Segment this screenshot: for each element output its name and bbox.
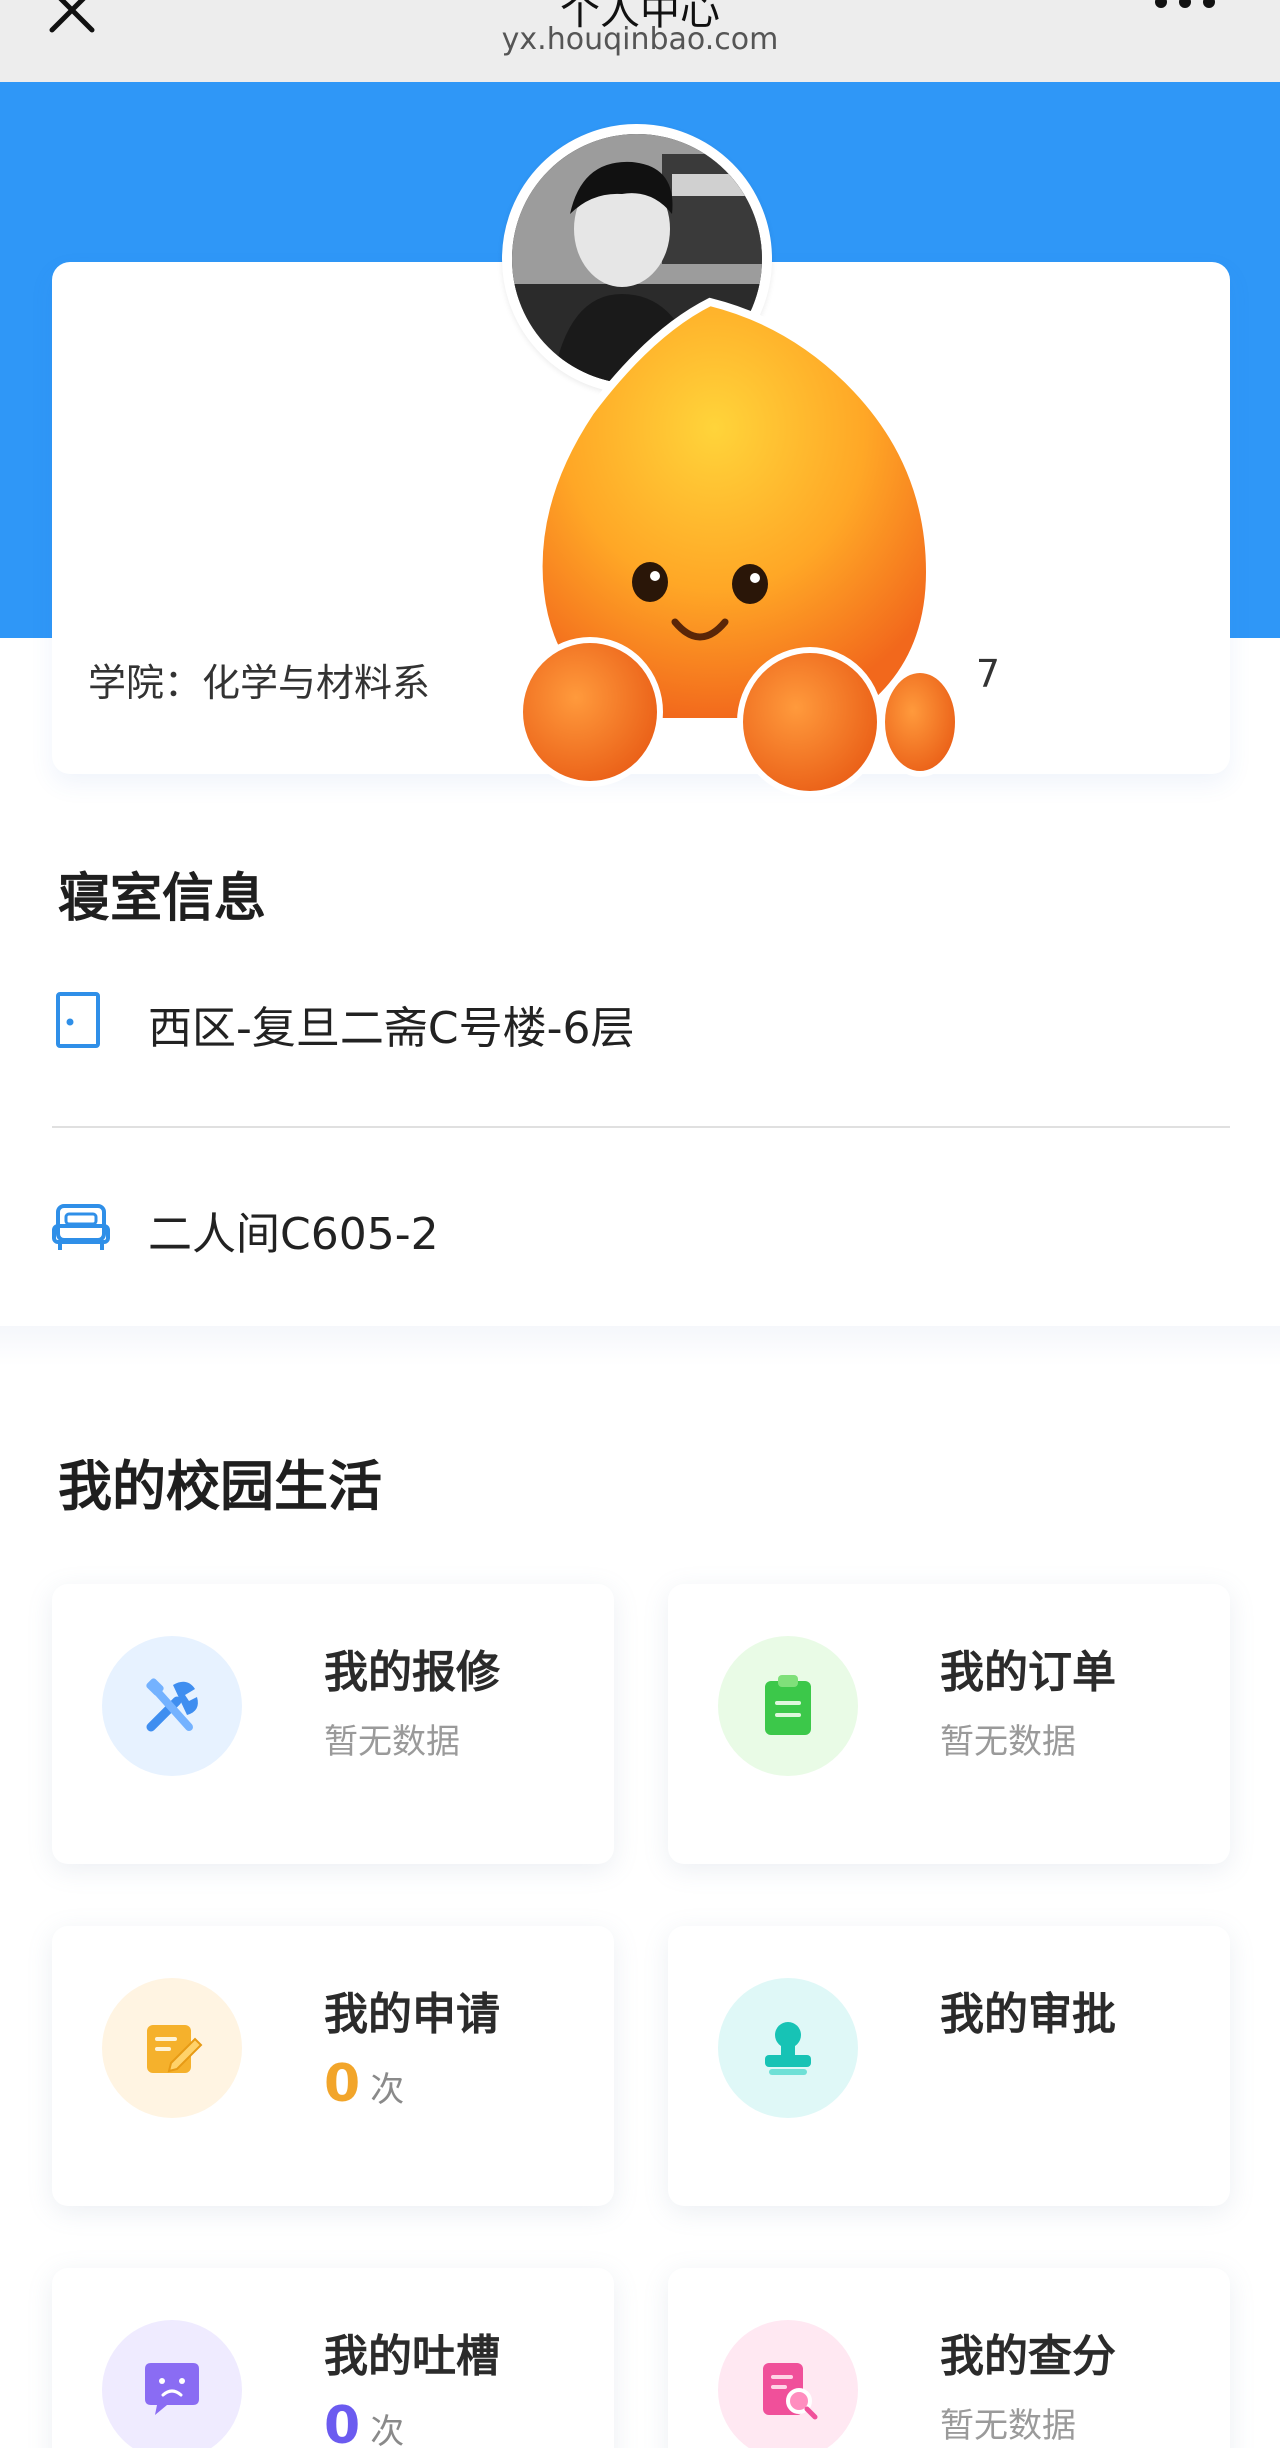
application-icon-circle [102, 1978, 242, 2118]
tile-title: 我的申请 [324, 1989, 500, 2040]
approval-icon-circle [718, 1978, 858, 2118]
complaint-chat-icon [145, 2363, 199, 2415]
repair-icon-circle [102, 1636, 242, 1776]
tile-count-value: 0 [324, 2396, 361, 2448]
repair-tools-icon [146, 1678, 198, 1732]
tile-title: 我的查分 [940, 2331, 1116, 2382]
mascot-sticker [517, 297, 961, 797]
tile-title: 我的报修 [324, 1647, 500, 1698]
complaint-icon-circle [102, 2320, 242, 2448]
college-value: 化学与材料系 [202, 661, 431, 705]
more-icon[interactable] [1150, 0, 1220, 16]
tile-my-approvals[interactable]: 我的审批 [668, 1926, 1230, 2206]
tile-subtitle: 暂无数据 [324, 1722, 460, 1762]
page-url: yx.houqinbao.com [501, 22, 779, 57]
tile-title: 我的吐槽 [324, 2331, 500, 2382]
dorm-building-text: 西区-复旦二斋C号楼-6层 [148, 1003, 635, 1054]
door-icon [56, 992, 100, 1048]
tile-my-repairs[interactable]: 我的报修 暂无数据 [52, 1584, 614, 1864]
bed-icon [52, 1204, 110, 1250]
divider [52, 1126, 1230, 1128]
order-icon-circle [718, 1636, 858, 1776]
tile-count: 0次 [324, 2054, 404, 2114]
tile-my-applications[interactable]: 我的申请 0次 [52, 1926, 614, 2206]
college-label: 学院： [88, 661, 203, 705]
dorm-building-row: 西区-复旦二斋C号楼-6层 [52, 978, 1230, 1068]
dorm-room-text: 二人间C605-2 [148, 1209, 439, 1260]
tile-title: 我的审批 [940, 1989, 1116, 2040]
application-edit-icon [147, 2025, 203, 2073]
tile-count: 0次 [324, 2396, 404, 2448]
tile-count-unit: 次 [370, 2412, 405, 2448]
score-icon-circle [718, 2320, 858, 2448]
tile-my-complaints[interactable]: 我的吐槽 0次 [52, 2268, 614, 2448]
dorm-room-row: 二人间C605-2 [52, 1184, 1230, 1274]
tile-title: 我的订单 [940, 1647, 1116, 1698]
tile-my-scores[interactable]: 我的查分 暂无数据 [668, 2268, 1230, 2448]
tile-count-value: 0 [324, 2054, 361, 2114]
campus-life-title: 我的校园生活 [58, 1455, 382, 1518]
approval-stamp-icon [765, 2022, 811, 2075]
dorm-section-title: 寝室信息 [58, 869, 267, 929]
score-search-icon [763, 2363, 818, 2420]
order-clipboard-icon [765, 1675, 811, 1735]
college-info: 学院：化学与材料系 [88, 652, 430, 707]
browser-top-bar: 个人中心 yx.houqinbao.com [0, 0, 1280, 82]
tile-my-orders[interactable]: 我的订单 暂无数据 [668, 1584, 1230, 1864]
section-separator [0, 1326, 1280, 1366]
tile-subtitle: 暂无数据 [940, 1722, 1076, 1762]
tile-count-unit: 次 [370, 2070, 405, 2110]
tile-subtitle: 暂无数据 [940, 2406, 1076, 2446]
